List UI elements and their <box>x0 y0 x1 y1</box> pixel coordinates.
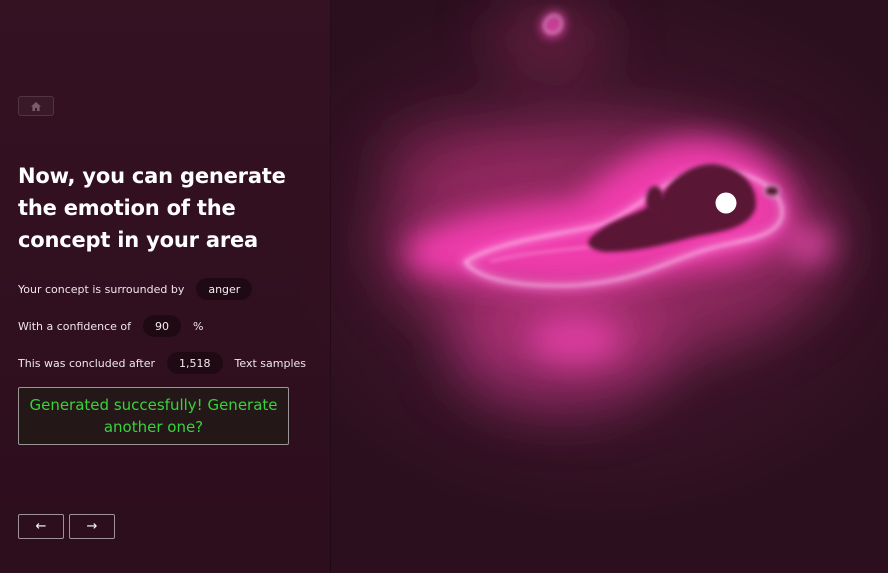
arrow-left-icon: ← <box>35 519 47 534</box>
confidence-prefix: With a confidence of <box>18 319 132 333</box>
emotion-value-pill: anger <box>196 278 253 300</box>
page-title: Now, you can generate the emotion of the… <box>18 164 286 252</box>
emotion-row: Your concept is surrounded by anger <box>18 277 264 301</box>
arrow-right-icon: → <box>86 519 98 534</box>
info-panel: Now, you can generate the emotion of the… <box>0 0 331 573</box>
confidence-unit: % <box>193 319 204 333</box>
samples-row: This was concluded after 1,518 Text samp… <box>18 351 306 375</box>
home-button[interactable] <box>18 96 54 116</box>
location-marker[interactable] <box>715 192 737 214</box>
samples-suffix: Text samples <box>234 356 306 370</box>
home-icon <box>31 101 41 111</box>
emotion-prefix: Your concept is surrounded by <box>18 282 185 296</box>
page: Now, you can generate the emotion of the… <box>0 0 888 573</box>
samples-prefix: This was concluded after <box>18 356 156 370</box>
prev-button[interactable]: ← <box>18 514 64 539</box>
samples-value-pill: 1,518 <box>167 352 223 374</box>
generate-again-button[interactable]: Generated succesfully! Generate another … <box>18 387 289 445</box>
confidence-row: With a confidence of 90 % <box>18 314 203 338</box>
success-message: Generated succesfully! Generate another … <box>29 396 278 436</box>
next-button[interactable]: → <box>69 514 115 539</box>
confidence-value-pill: 90 <box>143 315 182 337</box>
